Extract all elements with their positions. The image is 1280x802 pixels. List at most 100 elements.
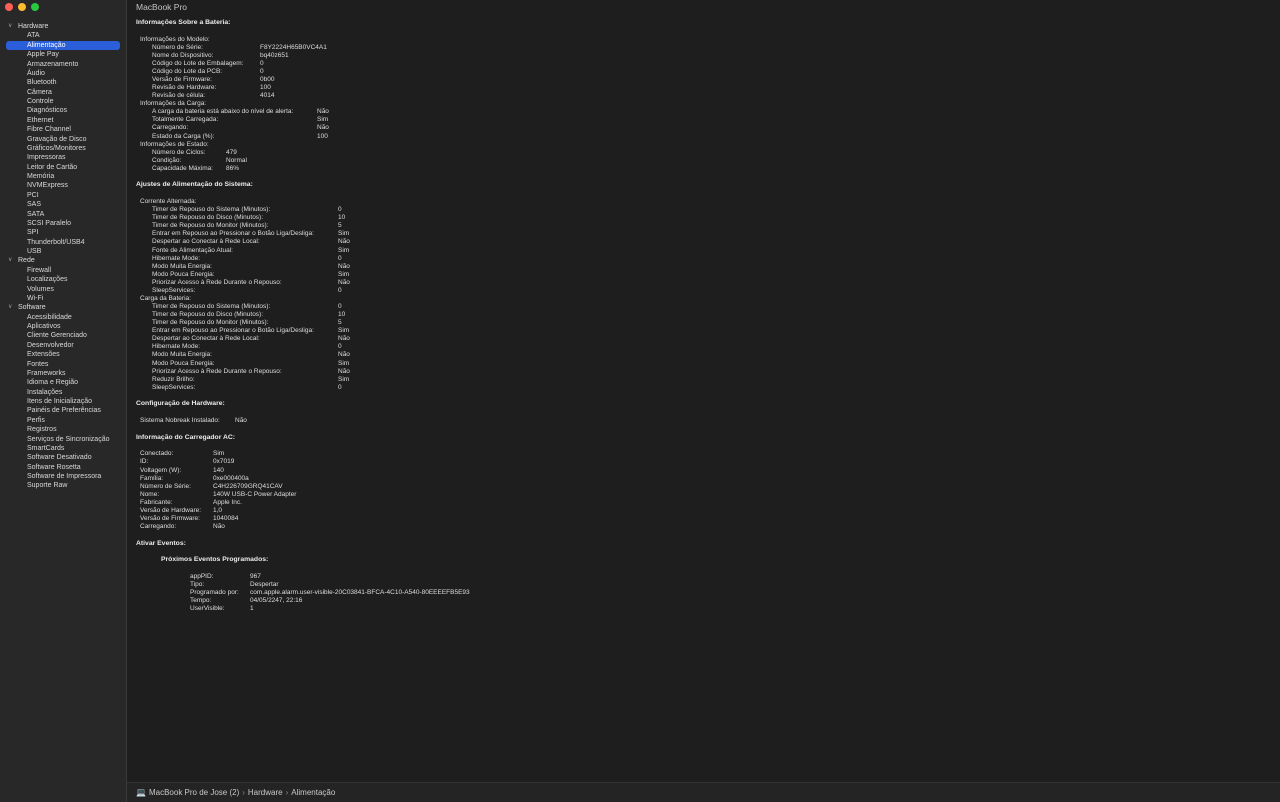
sidebar-item-idioma-e-regiao[interactable]: Idioma e Região	[0, 378, 126, 387]
info-value: Não	[235, 417, 247, 425]
info-label: Versão de Firmware:	[140, 514, 200, 522]
info-value: Não	[213, 523, 225, 531]
info-value: 0xe000400a	[213, 474, 249, 482]
info-value: 1	[250, 605, 254, 613]
sidebar-item-servicos-de-sincronizacao[interactable]: Serviços de Sincronização	[0, 435, 126, 444]
path-item[interactable]: Alimentação	[291, 788, 335, 797]
info-label: Totalmente Carregada:	[152, 116, 219, 124]
sidebar-item-fontes[interactable]: Fontes	[0, 360, 126, 369]
sidebar-item-sas[interactable]: SAS	[0, 200, 126, 209]
sidebar-item-graficos-monitores[interactable]: Gráficos/Monitores	[0, 144, 126, 153]
info-label: appPID:	[190, 573, 214, 581]
info-value: 10	[338, 311, 346, 319]
sidebar-group-rede[interactable]: ∨ Rede	[0, 256, 126, 265]
sidebar-item-smartcards[interactable]: SmartCards	[0, 444, 126, 453]
sidebar-item-usb[interactable]: USB	[0, 247, 126, 256]
info-value: 140W USB-C Power Adapter	[213, 490, 297, 498]
sidebar-item-impressoras[interactable]: Impressoras	[0, 153, 126, 162]
info-row: Fonte de Alimentação Atual: Sim	[152, 247, 349, 255]
sidebar-item-software-desativado[interactable]: Software Desativado	[0, 453, 126, 462]
sidebar-item-frameworks[interactable]: Frameworks	[0, 369, 126, 378]
info-label: Nome do Dispositivo:	[152, 51, 214, 59]
chevron-right-icon: ›	[285, 788, 289, 797]
info-label: Tempo:	[190, 597, 212, 605]
sidebar-item-registros[interactable]: Registros	[0, 425, 126, 434]
info-row: Timer de Repouso do Monitor (Minutos): 5	[152, 319, 342, 327]
sidebar-group-label: Rede	[18, 257, 35, 265]
info-value: F8Y2224H65B0VC4A1	[260, 43, 327, 51]
sidebar-item-gravacao-de-disco[interactable]: Gravação de Disco	[0, 135, 126, 144]
sidebar-item-software-de-impressora[interactable]: Software de Impressora	[0, 472, 126, 481]
sidebar-item-spi[interactable]: SPI	[0, 228, 126, 237]
close-window-button[interactable]	[5, 3, 13, 11]
info-label: Timer de Repouso do Disco (Minutos):	[152, 214, 264, 222]
info-label: Timer de Repouso do Monitor (Minutos):	[152, 319, 269, 327]
sidebar-item-itens-de-inicializacao[interactable]: Itens de Inicialização	[0, 397, 126, 406]
info-value: C4H226709GRQ41CAV	[213, 482, 283, 490]
sidebar-item-sata[interactable]: SATA	[0, 210, 126, 219]
sidebar-item-extensoes[interactable]: Extensões	[0, 350, 126, 359]
chevron-down-icon[interactable]: ∨	[8, 303, 12, 312]
sidebar-item-armazenamento[interactable]: Armazenamento	[0, 60, 126, 69]
sidebar-item-ata[interactable]: ATA	[0, 31, 126, 40]
sidebar-item-instalacoes[interactable]: Instalações	[0, 388, 126, 397]
sidebar-item-controle[interactable]: Controle	[0, 97, 126, 106]
sidebar-item-camera[interactable]: Câmera	[0, 88, 126, 97]
sidebar-item-nvmexpress[interactable]: NVMExpress	[0, 181, 126, 190]
sidebar-item-alimentacao[interactable]: Alimentação	[6, 40, 120, 51]
sidebar-group-hardware[interactable]: ∨ Hardware	[0, 22, 126, 31]
info-value: Não	[338, 238, 350, 246]
sidebar-item-volumes[interactable]: Volumes	[0, 285, 126, 294]
info-row: Revisão de Hardware: 100	[152, 84, 271, 92]
sidebar-item-audio[interactable]: Áudio	[0, 69, 126, 78]
sidebar-item-desenvolvedor[interactable]: Desenvolvedor	[0, 341, 126, 350]
sidebar-group-software[interactable]: ∨ Software	[0, 303, 126, 312]
sidebar-item-pci[interactable]: PCI	[0, 191, 126, 200]
sidebar-item-memoria[interactable]: Memória	[0, 172, 126, 181]
sidebar-item-leitor-de-cartao[interactable]: Leitor de Cartão	[0, 163, 126, 172]
sidebar-item-software-rosetta[interactable]: Software Rosetta	[0, 463, 126, 472]
info-row: SleepServices: 0	[152, 287, 342, 295]
zoom-window-button[interactable]	[31, 3, 39, 11]
info-value: bq40z651	[260, 51, 289, 59]
info-row: UserVisible: 1	[190, 605, 254, 613]
info-row: Sistema Nobreak Instalado: Não	[140, 417, 247, 425]
info-value: Sim	[338, 375, 350, 383]
sidebar-item-paineis-de-preferencias[interactable]: Painéis de Preferências	[0, 406, 126, 415]
sidebar-item-apple-pay[interactable]: Apple Pay	[0, 50, 126, 59]
info-value: Sim	[338, 327, 350, 335]
info-row: Conectado: Sim	[140, 450, 224, 458]
chevron-down-icon[interactable]: ∨	[8, 22, 12, 31]
info-label: Capacidade Máxima:	[152, 164, 214, 172]
info-row: Versão de Firmware: 0b00	[152, 76, 274, 84]
sidebar-item-scsi-paralelo[interactable]: SCSI Paralelo	[0, 219, 126, 228]
info-value: 4014	[260, 92, 275, 100]
info-label: Entrar em Repouso ao Pressionar o Botão …	[152, 230, 314, 238]
sidebar-item-wi-fi[interactable]: Wi-Fi	[0, 294, 126, 303]
info-label: Corrente Alternada:	[140, 198, 197, 206]
sidebar-item-acessibilidade[interactable]: Acessibilidade	[0, 313, 126, 322]
sidebar-item-thunderbolt-usb4[interactable]: Thunderbolt/USB4	[0, 238, 126, 247]
sidebar-item-aplicativos[interactable]: Aplicativos	[0, 322, 126, 331]
info-value: 1040084	[213, 514, 239, 522]
sidebar-item-bluetooth[interactable]: Bluetooth	[0, 78, 126, 87]
info-value: Não	[338, 335, 350, 343]
chevron-down-icon[interactable]: ∨	[8, 256, 12, 265]
info-label: Reduzir Brilho:	[152, 375, 195, 383]
info-label: Informações da Carga:	[140, 100, 207, 108]
sidebar-item-fibre-channel[interactable]: Fibre Channel	[0, 125, 126, 134]
info-row: Versão de Hardware: 1,0	[140, 507, 222, 515]
sidebar-item-suporte-raw[interactable]: Suporte Raw	[0, 481, 126, 490]
info-row: Tempo: 04/05/2247, 22:16	[190, 597, 302, 605]
sidebar-item-ethernet[interactable]: Ethernet	[0, 116, 126, 125]
minimize-window-button[interactable]	[18, 3, 26, 11]
path-item[interactable]: Hardware	[248, 788, 283, 797]
sidebar-item-diagnosticos[interactable]: Diagnósticos	[0, 106, 126, 115]
sidebar-item-firewall[interactable]: Firewall	[0, 266, 126, 275]
sidebar-item-cliente-gerenciado[interactable]: Cliente Gerenciado	[0, 331, 126, 340]
info-label: Conectado:	[140, 450, 174, 458]
path-item[interactable]: MacBook Pro de Jose (2)	[149, 788, 239, 797]
sidebar-item-localizacoes[interactable]: Localizações	[0, 275, 126, 284]
sidebar-item-perfis[interactable]: Perfis	[0, 416, 126, 425]
info-value: 0	[338, 343, 342, 351]
